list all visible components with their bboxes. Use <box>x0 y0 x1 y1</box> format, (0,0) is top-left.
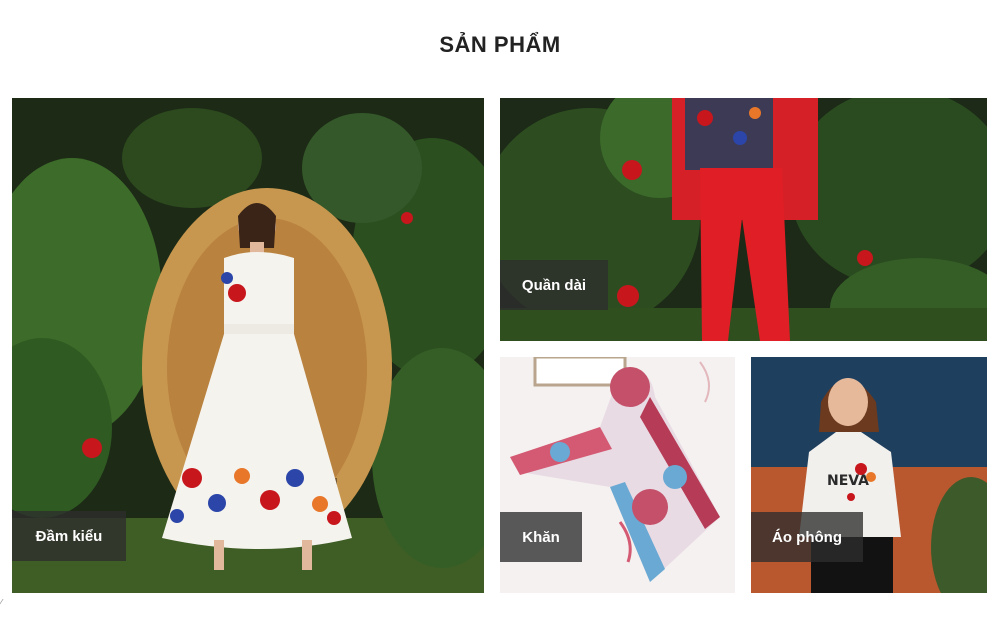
section-title: SẢN PHẨM <box>439 32 561 57</box>
category-tile-khan[interactable]: Khăn <box>500 357 735 593</box>
category-tile-ao-phong[interactable]: NEVA Áo phông <box>751 357 987 593</box>
category-label: Đầm kiểu <box>12 511 126 561</box>
category-label: Khăn <box>500 512 582 562</box>
category-label: Quần dài <box>500 260 608 310</box>
category-tile-dam-kieu[interactable]: Đầm kiểu <box>12 98 484 593</box>
category-label: Áo phông <box>751 512 863 562</box>
category-tile-quan-dai[interactable]: Quần dài <box>500 98 987 341</box>
svg-text:NEVA: NEVA <box>827 473 869 489</box>
broken-image-icon: ⁄ <box>0 598 2 609</box>
